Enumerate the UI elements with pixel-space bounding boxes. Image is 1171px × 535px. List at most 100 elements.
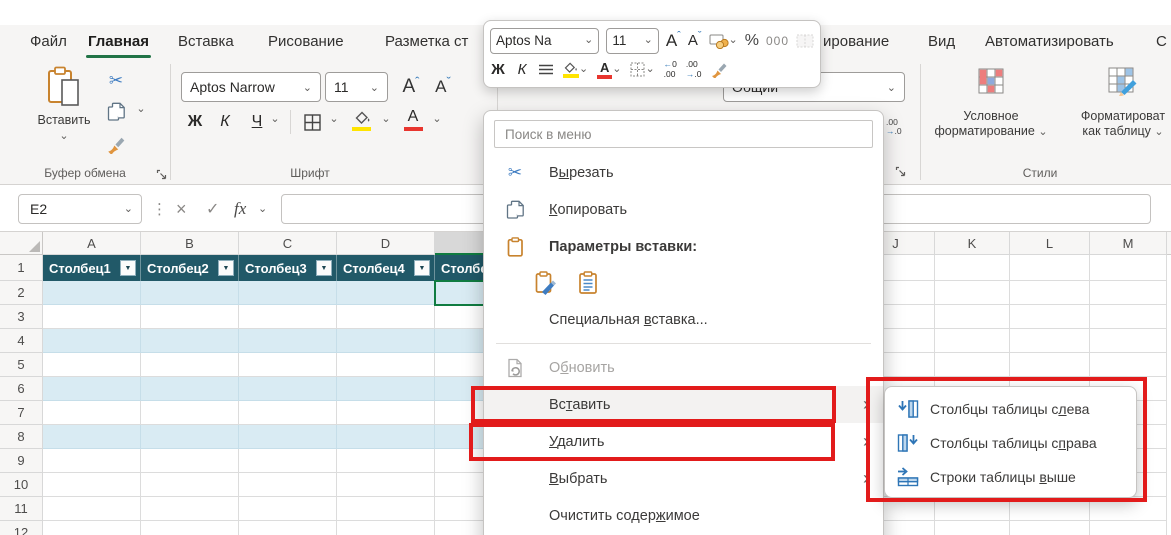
mini-borders-button[interactable]: ⌄: [630, 62, 655, 77]
grid-cell[interactable]: [1090, 521, 1167, 535]
grid-cell[interactable]: [337, 305, 435, 329]
column-header-L[interactable]: L: [1010, 232, 1090, 255]
paste-values-option-icon[interactable]: [574, 270, 601, 297]
table-header-Столбец3[interactable]: Столбец3 ▼: [239, 255, 337, 281]
row-header-9[interactable]: 9: [0, 449, 43, 473]
filter-dropdown-icon[interactable]: ▼: [120, 260, 136, 276]
grid-cell[interactable]: [1090, 329, 1167, 353]
grid-cell[interactable]: [43, 449, 141, 473]
grid-cell[interactable]: [337, 353, 435, 377]
menu-item-paste-options-label[interactable]: Параметры вставки:: [484, 228, 883, 265]
row-header-7[interactable]: 7: [0, 401, 43, 425]
grid-cell[interactable]: [141, 425, 239, 449]
grid-cell[interactable]: [43, 353, 141, 377]
grid-cell[interactable]: [337, 425, 435, 449]
grid-cell[interactable]: [1010, 281, 1090, 305]
column-header-D[interactable]: D: [337, 232, 435, 255]
grid-cell[interactable]: [239, 353, 337, 377]
menu-search-input[interactable]: [494, 120, 873, 148]
column-header-M[interactable]: M: [1090, 232, 1167, 255]
grid-cell[interactable]: [1010, 521, 1090, 535]
grid-cell[interactable]: [141, 497, 239, 521]
row-header-5[interactable]: 5: [0, 353, 43, 377]
grid-cell[interactable]: [1010, 329, 1090, 353]
mini-bold-button[interactable]: Ж: [490, 61, 506, 78]
grid-cell[interactable]: [141, 329, 239, 353]
grid-cell[interactable]: [141, 521, 239, 535]
grid-cell[interactable]: [43, 329, 141, 353]
table-header-Столбец1[interactable]: Столбец1 ▼: [43, 255, 141, 281]
menu-item-cut[interactable]: ✂ Вырезать: [484, 154, 883, 191]
mini-italic-button[interactable]: К: [515, 61, 529, 78]
row-header-4[interactable]: 4: [0, 329, 43, 353]
increase-decimal-button[interactable]: .00 →.0: [686, 60, 702, 79]
grid-cell[interactable]: [337, 521, 435, 535]
filter-dropdown-icon[interactable]: ▼: [218, 260, 234, 276]
row-header-8[interactable]: 8: [0, 425, 43, 449]
grid-cell[interactable]: [141, 353, 239, 377]
grid-cell[interactable]: [141, 305, 239, 329]
mini-font-name-combo[interactable]: Aptos Na ⌄: [490, 27, 600, 54]
grid-cell[interactable]: [1090, 281, 1167, 305]
grid-cell[interactable]: [935, 305, 1010, 329]
grid-cell[interactable]: [337, 473, 435, 497]
grid-cell[interactable]: [239, 401, 337, 425]
submenu-item-table-columns-right[interactable]: Столбцы таблицы справа: [885, 426, 1136, 460]
grid-cell[interactable]: [1090, 353, 1167, 377]
filter-dropdown-icon[interactable]: ▼: [316, 260, 332, 276]
mini-increase-font-button[interactable]: Aˆ: [666, 30, 681, 51]
percent-style-button[interactable]: %: [745, 32, 759, 50]
mini-font-size-combo[interactable]: 11 ⌄: [606, 27, 659, 54]
menu-item-insert[interactable]: Вставить ›: [484, 386, 883, 423]
grid-cell[interactable]: [1090, 497, 1167, 521]
column-header-K[interactable]: K: [935, 232, 1010, 255]
format-painter-icon[interactable]: [710, 62, 728, 78]
grid-cell[interactable]: [337, 329, 435, 353]
grid-cell[interactable]: [1010, 497, 1090, 521]
grid-cell[interactable]: [239, 329, 337, 353]
grid-cell[interactable]: [1010, 353, 1090, 377]
grid-cell[interactable]: [43, 305, 141, 329]
grid-cell[interactable]: [935, 353, 1010, 377]
grid-cell[interactable]: [43, 425, 141, 449]
grid-cell[interactable]: [337, 497, 435, 521]
grid-cell[interactable]: [935, 255, 1010, 281]
grid-cell[interactable]: [141, 401, 239, 425]
column-header-B[interactable]: B: [141, 232, 239, 255]
submenu-item-table-columns-left[interactable]: Столбцы таблицы слева: [885, 392, 1136, 426]
grid-cell[interactable]: [1010, 255, 1090, 281]
grid-cell[interactable]: [239, 521, 337, 535]
accounting-format-icon[interactable]: ⌄: [709, 33, 738, 49]
grid-cell[interactable]: [337, 281, 435, 305]
paste-keep-formatting-option-icon[interactable]: [532, 270, 559, 297]
grid-cell[interactable]: [43, 521, 141, 535]
grid-cell[interactable]: [239, 377, 337, 401]
grid-cell[interactable]: [337, 449, 435, 473]
grid-cell[interactable]: [239, 305, 337, 329]
grid-cell[interactable]: [935, 497, 1010, 521]
grid-cell[interactable]: [1090, 255, 1167, 281]
mini-fill-color-button[interactable]: ⌄: [563, 61, 588, 78]
grid-cell[interactable]: [43, 281, 141, 305]
grid-cell[interactable]: [43, 377, 141, 401]
menu-item-copy[interactable]: Копировать: [484, 191, 883, 228]
grid-cell[interactable]: [239, 425, 337, 449]
row-header-12[interactable]: 12: [0, 521, 43, 535]
menu-item-delete[interactable]: Удалить ›: [484, 423, 883, 460]
select-all-button[interactable]: [0, 232, 43, 255]
table-header-Столбец4[interactable]: Столбец4 ▼: [337, 255, 435, 281]
grid-cell[interactable]: [935, 329, 1010, 353]
table-header-Столбец2[interactable]: Столбец2 ▼: [141, 255, 239, 281]
mini-decrease-font-button[interactable]: Aˇ: [688, 30, 702, 50]
row-header-6[interactable]: 6: [0, 377, 43, 401]
grid-cell[interactable]: [1010, 305, 1090, 329]
column-header-C[interactable]: C: [239, 232, 337, 255]
grid-cell[interactable]: [935, 281, 1010, 305]
grid-cell[interactable]: [337, 401, 435, 425]
row-header-11[interactable]: 11: [0, 497, 43, 521]
menu-item-select[interactable]: Выбрать ›: [484, 460, 883, 497]
grid-cell[interactable]: [337, 377, 435, 401]
menu-item-paste-special[interactable]: Специальная вставка...: [484, 301, 883, 338]
grid-cell[interactable]: [935, 521, 1010, 535]
mini-font-color-button[interactable]: А ⌄: [597, 61, 621, 79]
